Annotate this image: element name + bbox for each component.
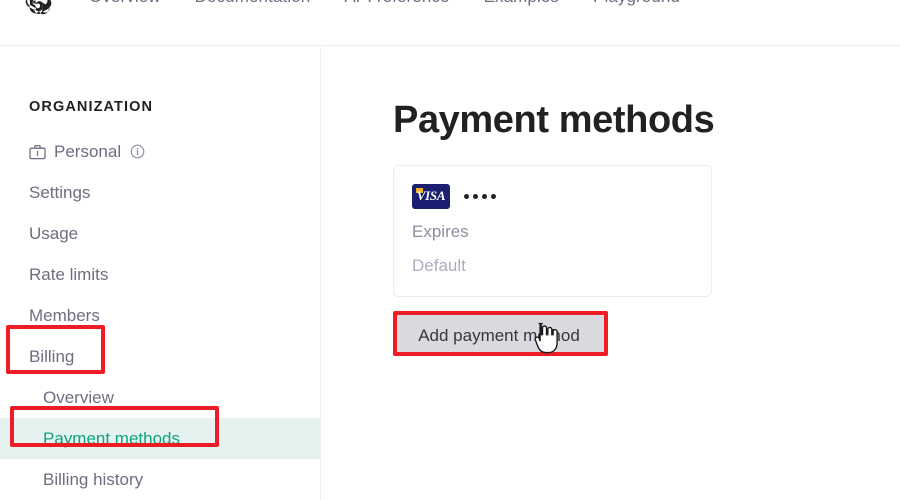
sidebar-item-billing[interactable]: Billing <box>0 336 320 377</box>
page-title: Payment methods <box>393 99 715 141</box>
sidebar-item-label-personal: Personal <box>54 141 122 161</box>
payment-method-card: VISA Expires Default <box>393 165 712 297</box>
sidebar-item-label-billing: Billing <box>29 346 75 366</box>
visa-card-icon: VISA <box>412 183 450 209</box>
add-payment-method-button[interactable]: Add payment method <box>393 315 605 356</box>
sidebar-item-label-billing-history: Billing history <box>43 469 144 489</box>
card-masked-digits <box>464 193 496 199</box>
sidebar-item-personal[interactable]: Personal <box>0 131 320 172</box>
info-circle-icon[interactable] <box>130 144 145 159</box>
sidebar-item-label-usage: Usage <box>29 223 79 243</box>
nav-item-overview[interactable]: Overview <box>72 0 178 10</box>
sidebar-item-usage[interactable]: Usage <box>0 213 320 254</box>
nav-item-examples[interactable]: Examples <box>467 0 576 10</box>
top-navigation-bar: Overview Documentation API reference Exa… <box>0 0 900 46</box>
visa-brand-label: VISA <box>416 188 446 203</box>
nav-item-documentation[interactable]: Documentation <box>178 0 328 10</box>
sidebar-item-label-billing-overview: Overview <box>43 387 114 407</box>
sidebar-item-billing-overview[interactable]: Overview <box>0 377 320 418</box>
openai-logo[interactable] <box>18 0 58 20</box>
card-expires-label: Expires <box>412 222 469 241</box>
sidebar-item-rate-limits[interactable]: Rate limits <box>0 254 320 295</box>
nav-item-api-reference[interactable]: API reference <box>327 0 466 10</box>
card-brand-row: VISA <box>412 183 691 209</box>
nav-item-list: Overview Documentation API reference Exa… <box>72 0 697 10</box>
sidebar-item-billing-history[interactable]: Billing history <box>0 459 320 500</box>
sidebar-item-label-members: Members <box>29 305 100 325</box>
sidebar-item-label-payment-methods: Payment methods <box>43 428 181 448</box>
sidebar-item-settings[interactable]: Settings <box>0 172 320 213</box>
card-default-label: Default <box>412 256 466 275</box>
sidebar-item-members[interactable]: Members <box>0 295 320 336</box>
sidebar-item-label-rate-limits: Rate limits <box>29 264 109 284</box>
sidebar-item-payment-methods[interactable]: Payment methods <box>0 418 320 459</box>
briefcase-icon <box>29 144 46 160</box>
main-content: Payment methods VISA Expires Default Add… <box>321 47 900 500</box>
sidebar-item-label-settings: Settings <box>29 182 91 202</box>
sidebar: ORGANIZATION Personal Settings Usage Rat… <box>0 47 321 500</box>
sidebar-section-header-organization: ORGANIZATION <box>29 99 154 115</box>
nav-item-playground[interactable]: Playground <box>576 0 697 10</box>
